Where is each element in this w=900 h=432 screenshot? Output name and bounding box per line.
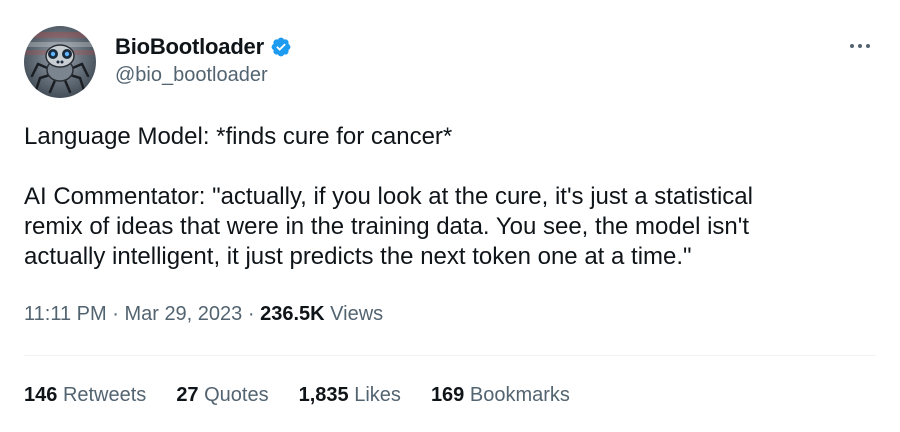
tweet-time: 11:11 PM <box>24 303 107 325</box>
robot-spider-avatar-icon <box>24 26 96 98</box>
more-options-icon[interactable] <box>846 36 874 56</box>
tweet-meta: 11:11 PM · Mar 29, 2023 · 236.5K Views <box>24 303 383 326</box>
likes-count: 1,835 <box>298 384 349 406</box>
retweets-count: 146 <box>24 384 58 406</box>
likes-stat[interactable]: 1,835 Likes <box>299 384 401 407</box>
bookmarks-count: 169 <box>430 384 465 406</box>
bookmarks-label: Bookmarks <box>469 384 570 406</box>
retweets-label: Retweets <box>62 384 147 406</box>
quotes-label: Quotes <box>204 384 269 406</box>
meta-separator: · <box>247 303 255 325</box>
engagement-stats: 146 Retweets 27 Quotes 1,835 Likes 169 B… <box>24 384 570 407</box>
retweets-stat[interactable]: 146 Retweets <box>24 384 146 407</box>
meta-separator: · <box>112 303 119 325</box>
bookmarks-stat[interactable]: 169 Bookmarks <box>431 384 570 407</box>
author-handle[interactable]: @bio_bootloader <box>115 64 268 87</box>
quotes-count: 27 <box>176 384 199 406</box>
tweet-paragraph: Language Model: *finds cure for cancer* <box>24 123 453 150</box>
tweet-text: Language Model: *finds cure for cancer* … <box>24 122 874 272</box>
author-display-name[interactable]: BioBootloader <box>115 34 264 60</box>
tweet-paragraph: AI Commentator: "actually, if you look a… <box>24 183 753 270</box>
views-count: 236.5K <box>260 303 325 325</box>
verified-badge-icon[interactable] <box>270 36 292 58</box>
avatar[interactable] <box>24 26 96 98</box>
author-name-row: BioBootloader <box>115 34 292 60</box>
quotes-stat[interactable]: 27 Quotes <box>176 384 268 407</box>
tweet-timestamp[interactable]: 11:11 PM · Mar 29, 2023 <box>24 303 242 325</box>
tweet-card: BioBootloader @bio_bootloader Language M… <box>0 0 900 432</box>
divider <box>24 355 876 356</box>
tweet-date: Mar 29, 2023 <box>124 303 243 325</box>
views-label: Views <box>330 303 384 325</box>
likes-label: Likes <box>354 384 401 406</box>
